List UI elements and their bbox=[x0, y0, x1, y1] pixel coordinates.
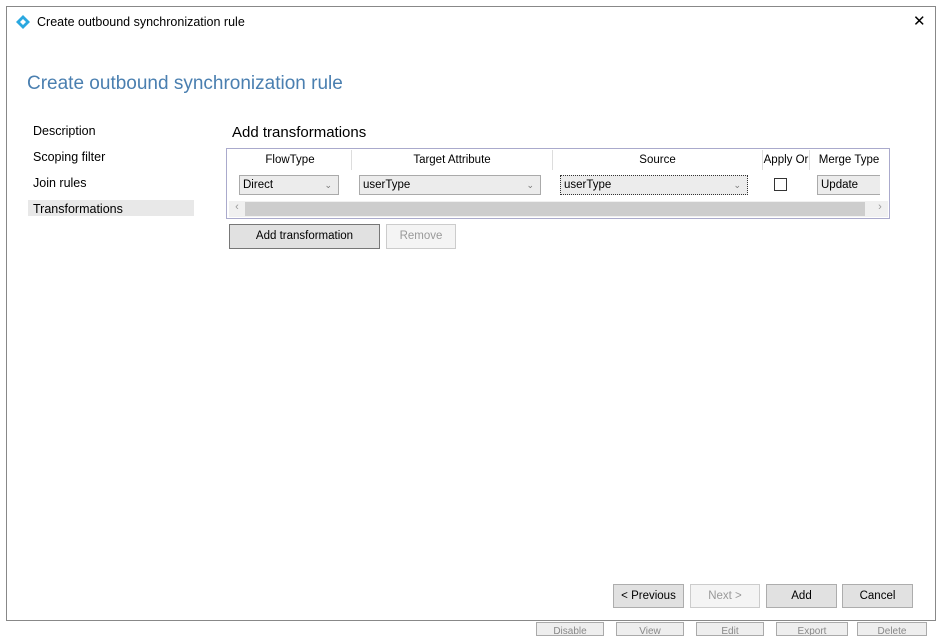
apply-once-checkbox[interactable] bbox=[774, 178, 787, 191]
background-edit-button[interactable]: Edit bbox=[696, 622, 764, 636]
add-transformation-button[interactable]: Add transformation bbox=[229, 224, 380, 249]
flowtype-select[interactable]: Direct ⌄ bbox=[239, 175, 339, 195]
dialog-window bbox=[6, 6, 936, 621]
window-title: Create outbound synchronization rule bbox=[37, 15, 245, 29]
column-header-merge-type[interactable]: Merge Type bbox=[810, 150, 888, 170]
next-button[interactable]: Next > bbox=[690, 584, 760, 608]
background-view-button[interactable]: View bbox=[616, 622, 684, 636]
column-header-source[interactable]: Source bbox=[553, 150, 763, 170]
column-header-target-attribute[interactable]: Target Attribute bbox=[352, 150, 553, 170]
flowtype-value: Direct bbox=[243, 179, 274, 191]
source-select[interactable]: userType ⌄ bbox=[560, 175, 748, 195]
target-attribute-value: userType bbox=[363, 179, 411, 191]
background-export-button[interactable]: Export bbox=[776, 622, 848, 636]
background-disable-button[interactable]: Disable bbox=[536, 622, 604, 636]
chevron-down-icon: ⌄ bbox=[526, 180, 534, 190]
merge-type-select[interactable]: Update bbox=[817, 175, 880, 195]
scroll-right-icon[interactable]: › bbox=[872, 201, 888, 217]
merge-type-value: Update bbox=[821, 179, 859, 191]
nav-item-description[interactable]: Description bbox=[33, 123, 96, 139]
scroll-left-icon[interactable]: ‹ bbox=[229, 201, 245, 217]
add-button[interactable]: Add bbox=[766, 584, 837, 608]
horizontal-scrollbar[interactable]: ‹ › bbox=[229, 201, 888, 217]
column-header-flowtype[interactable]: FlowType bbox=[229, 150, 352, 170]
section-title: Add transformations bbox=[232, 124, 367, 141]
column-header-apply-once[interactable]: Apply Or bbox=[763, 150, 810, 170]
target-attribute-select[interactable]: userType ⌄ bbox=[359, 175, 541, 195]
page-title: Create outbound synchronization rule bbox=[27, 73, 343, 94]
close-button[interactable]: ✕ bbox=[913, 12, 926, 30]
remove-button[interactable]: Remove bbox=[386, 224, 456, 249]
chevron-down-icon: ⌄ bbox=[324, 180, 332, 190]
nav-item-join-rules[interactable]: Join rules bbox=[33, 175, 87, 191]
nav-item-transformations[interactable]: Transformations bbox=[33, 201, 123, 217]
cancel-button[interactable]: Cancel bbox=[842, 584, 913, 608]
background-delete-button[interactable]: Delete bbox=[857, 622, 927, 636]
app-icon bbox=[16, 15, 30, 29]
previous-button[interactable]: < Previous bbox=[613, 584, 684, 608]
nav-item-scoping-filter[interactable]: Scoping filter bbox=[33, 149, 105, 165]
chevron-down-icon: ⌄ bbox=[733, 180, 741, 190]
source-value: userType bbox=[564, 179, 612, 191]
scrollbar-thumb[interactable] bbox=[245, 202, 865, 216]
